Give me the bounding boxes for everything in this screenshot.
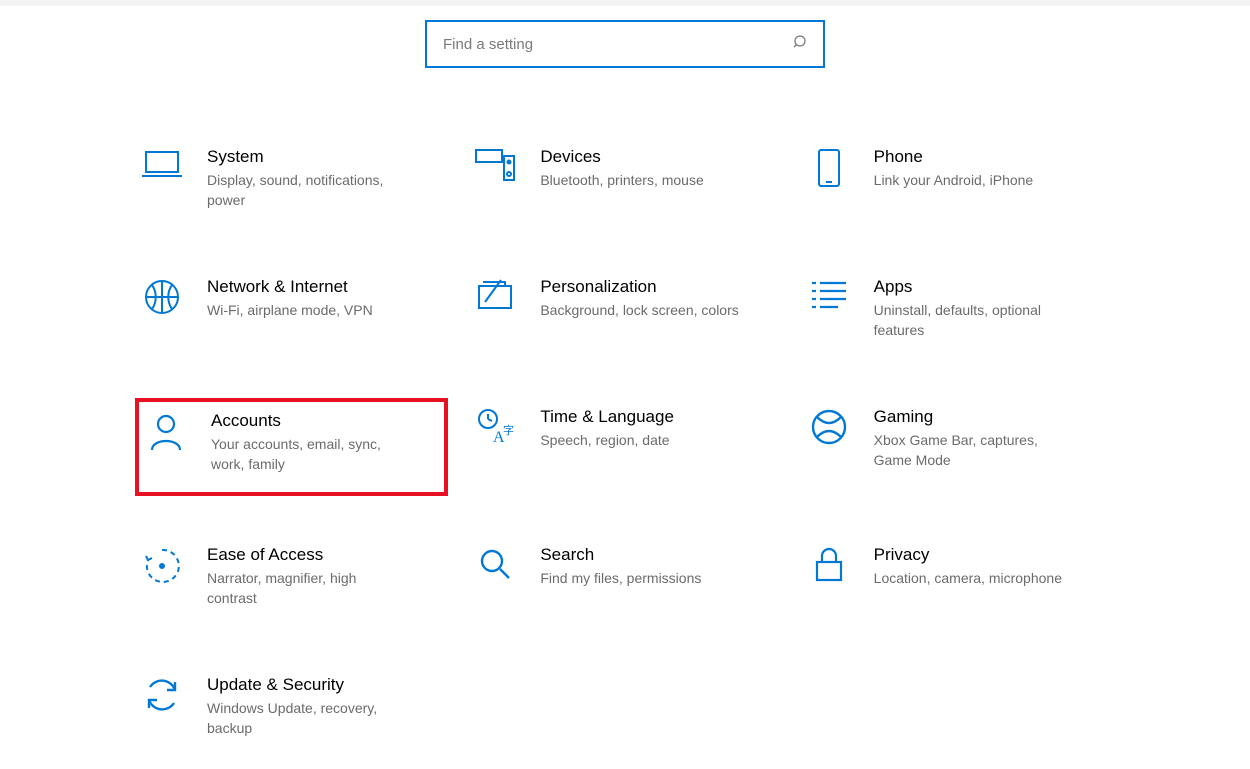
tile-ease-of-access[interactable]: Ease of Access Narrator, magnifier, high…	[135, 536, 448, 626]
tile-text: Update & Security Windows Update, recove…	[207, 674, 442, 738]
tile-desc: Display, sound, notifications, power	[207, 170, 407, 210]
search-icon	[793, 34, 809, 55]
search-box[interactable]	[425, 20, 825, 68]
gaming-icon	[808, 408, 850, 446]
tile-title: Phone	[874, 146, 1109, 168]
tile-desc: Find my files, permissions	[540, 568, 740, 588]
tile-text: Accounts Your accounts, email, sync, wor…	[211, 410, 438, 474]
settings-home: System Display, sound, notifications, po…	[0, 6, 1250, 756]
tile-text: Gaming Xbox Game Bar, captures, Game Mod…	[874, 406, 1109, 470]
tile-title: Update & Security	[207, 674, 442, 696]
tile-desc: Speech, region, date	[540, 430, 740, 450]
tile-title: Time & Language	[540, 406, 775, 428]
search-input[interactable]	[441, 35, 785, 54]
tile-text: Devices Bluetooth, printers, mouse	[540, 146, 775, 190]
tile-apps[interactable]: Apps Uninstall, defaults, optional featu…	[802, 268, 1115, 358]
tile-title: Gaming	[874, 406, 1109, 428]
tile-update-security[interactable]: Update & Security Windows Update, recove…	[135, 666, 448, 756]
tile-desc: Bluetooth, printers, mouse	[540, 170, 740, 190]
phone-icon	[808, 148, 850, 188]
update-icon	[141, 676, 183, 714]
tile-text: Apps Uninstall, defaults, optional featu…	[874, 276, 1109, 340]
tile-time-language[interactable]: A 字 Time & Language Speech, region, date	[468, 398, 781, 496]
tile-devices[interactable]: Devices Bluetooth, printers, mouse	[468, 138, 781, 228]
apps-icon	[808, 278, 850, 310]
settings-grid: System Display, sound, notifications, po…	[135, 138, 1115, 756]
tile-title: Ease of Access	[207, 544, 442, 566]
system-icon	[141, 148, 183, 180]
time-language-icon: A 字	[474, 408, 516, 446]
tile-desc: Link your Android, iPhone	[874, 170, 1074, 190]
tile-title: Search	[540, 544, 775, 566]
tile-desc: Windows Update, recovery, backup	[207, 698, 407, 738]
tile-text: Search Find my files, permissions	[540, 544, 775, 588]
tile-accounts[interactable]: Accounts Your accounts, email, sync, wor…	[135, 398, 448, 496]
tile-desc: Narrator, magnifier, high contrast	[207, 568, 407, 608]
globe-icon	[141, 278, 183, 316]
tile-text: Privacy Location, camera, microphone	[874, 544, 1109, 588]
tile-desc: Location, camera, microphone	[874, 568, 1074, 588]
tile-text: Ease of Access Narrator, magnifier, high…	[207, 544, 442, 608]
tile-system[interactable]: System Display, sound, notifications, po…	[135, 138, 448, 228]
tile-search[interactable]: Search Find my files, permissions	[468, 536, 781, 626]
tile-title: Network & Internet	[207, 276, 442, 298]
tile-text: Phone Link your Android, iPhone	[874, 146, 1109, 190]
magnifier-icon	[474, 546, 516, 582]
search-container	[0, 20, 1250, 68]
tile-title: Accounts	[211, 410, 438, 432]
tile-desc: Your accounts, email, sync, work, family	[211, 434, 411, 474]
person-icon	[145, 412, 187, 452]
tile-title: Personalization	[540, 276, 775, 298]
lock-icon	[808, 546, 850, 584]
tile-personalization[interactable]: Personalization Background, lock screen,…	[468, 268, 781, 358]
tile-text: Time & Language Speech, region, date	[540, 406, 775, 450]
svg-text:字: 字	[503, 423, 514, 437]
devices-icon	[474, 148, 516, 182]
tile-title: Apps	[874, 276, 1109, 298]
ease-of-access-icon	[141, 546, 183, 584]
tile-desc: Uninstall, defaults, optional features	[874, 300, 1074, 340]
tile-desc: Background, lock screen, colors	[540, 300, 740, 320]
tile-text: System Display, sound, notifications, po…	[207, 146, 442, 210]
tile-desc: Xbox Game Bar, captures, Game Mode	[874, 430, 1074, 470]
tile-text: Network & Internet Wi-Fi, airplane mode,…	[207, 276, 442, 320]
tile-text: Personalization Background, lock screen,…	[540, 276, 775, 320]
tile-title: System	[207, 146, 442, 168]
tile-network[interactable]: Network & Internet Wi-Fi, airplane mode,…	[135, 268, 448, 358]
personalization-icon	[474, 278, 516, 312]
tile-title: Devices	[540, 146, 775, 168]
tile-gaming[interactable]: Gaming Xbox Game Bar, captures, Game Mod…	[802, 398, 1115, 496]
tile-desc: Wi-Fi, airplane mode, VPN	[207, 300, 407, 320]
tile-title: Privacy	[874, 544, 1109, 566]
tile-privacy[interactable]: Privacy Location, camera, microphone	[802, 536, 1115, 626]
tile-phone[interactable]: Phone Link your Android, iPhone	[802, 138, 1115, 228]
